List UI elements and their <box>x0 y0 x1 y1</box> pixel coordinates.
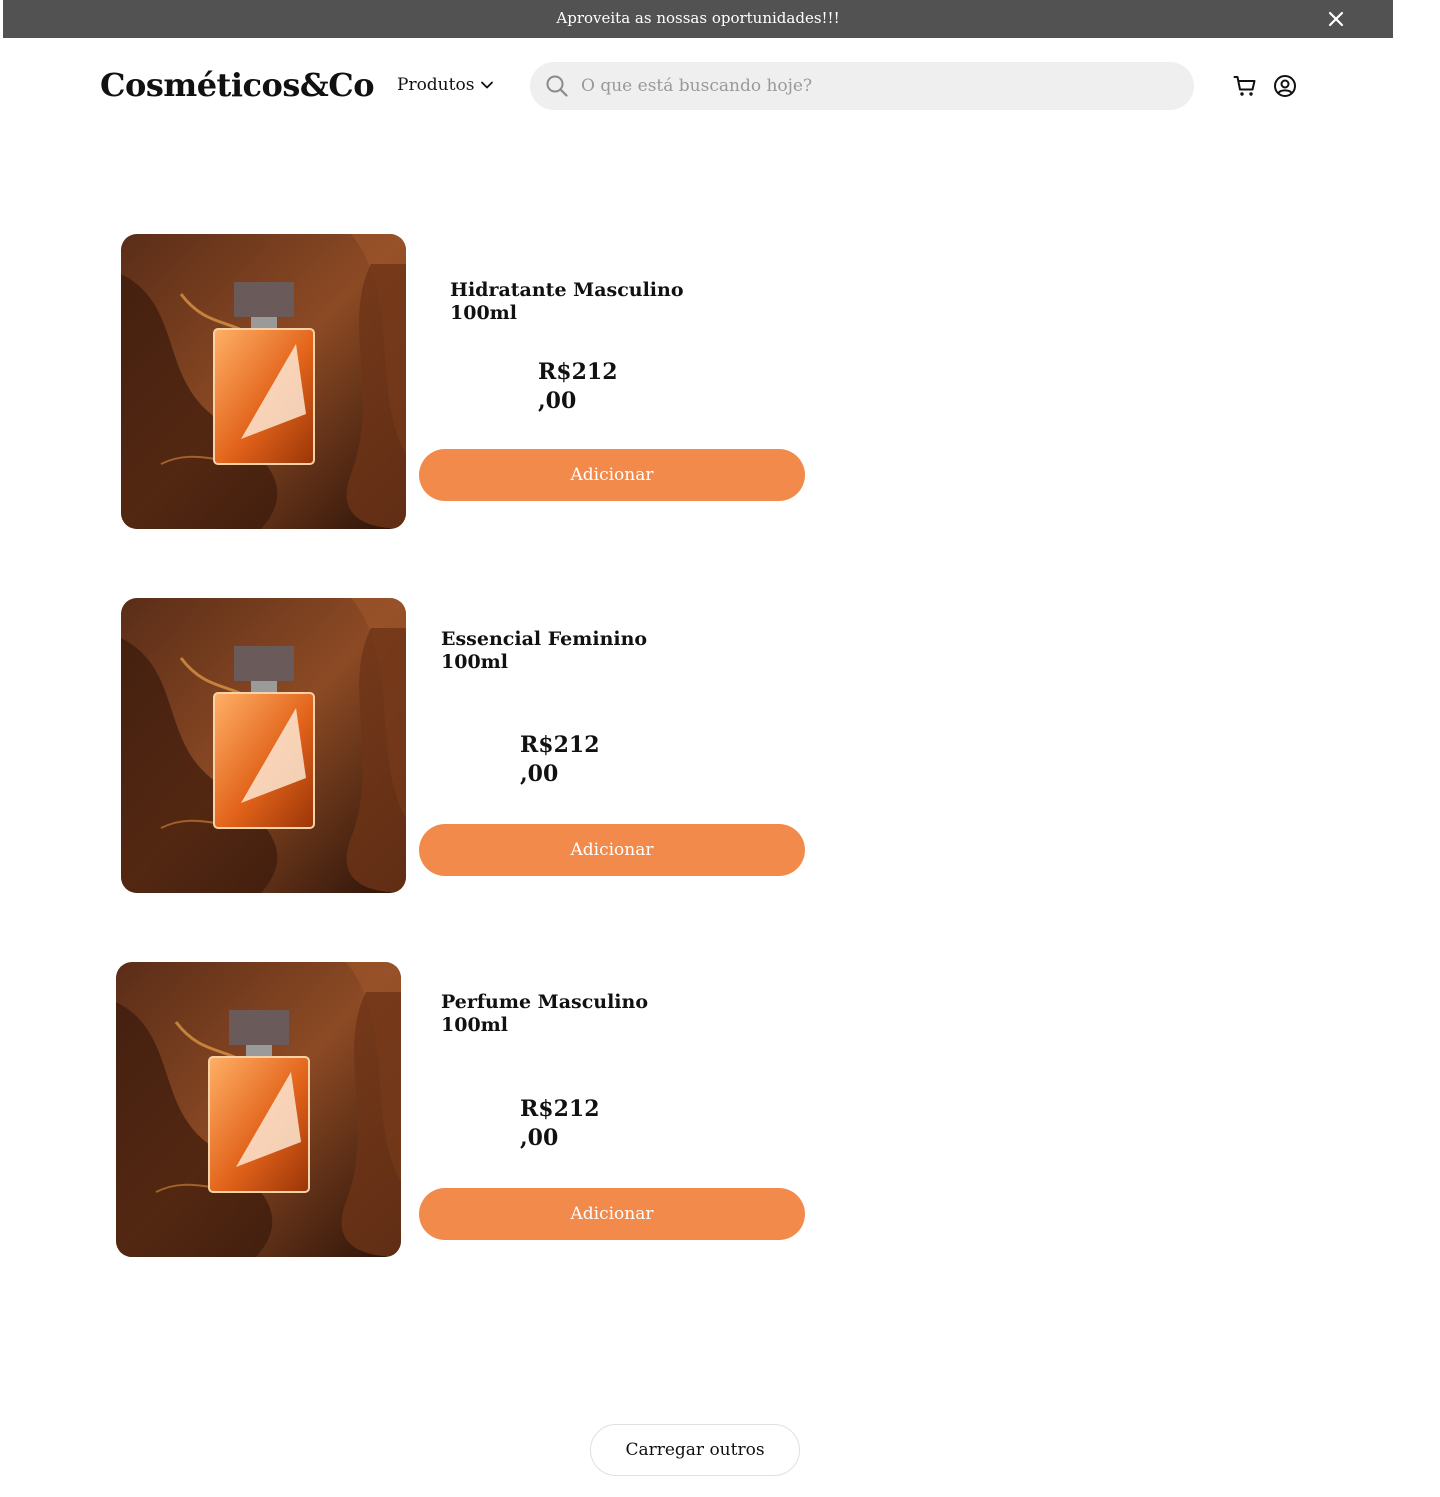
product-name[interactable]: Essencial Feminino 100ml <box>441 628 701 674</box>
add-to-cart-button[interactable]: Adicionar <box>419 1188 805 1240</box>
product-image[interactable] <box>121 234 406 529</box>
search-input[interactable] <box>581 72 1181 100</box>
nav-products-dropdown[interactable]: Produtos <box>397 75 494 95</box>
product-price: R$212 ,00 <box>520 1096 600 1151</box>
announcement-bar: Aproveita as nossas oportunidades!!! <box>3 0 1393 38</box>
search-bar <box>530 62 1194 110</box>
add-to-cart-button[interactable]: Adicionar <box>419 449 805 501</box>
product-name[interactable]: Perfume Masculino 100ml <box>441 991 701 1037</box>
product-name[interactable]: Hidratante Masculino 100ml <box>450 279 710 325</box>
nav-products-label: Produtos <box>397 75 475 95</box>
chevron-down-icon <box>481 81 494 89</box>
user-circle-icon[interactable] <box>1273 74 1297 98</box>
add-to-cart-button[interactable]: Adicionar <box>419 824 805 876</box>
product-price: R$212 ,00 <box>538 359 618 414</box>
announcement-text: Aproveita as nossas oportunidades!!! <box>556 9 840 27</box>
load-more-button[interactable]: Carregar outros <box>590 1424 800 1476</box>
close-icon[interactable] <box>1325 8 1347 30</box>
cart-icon[interactable] <box>1233 74 1257 98</box>
search-icon <box>546 75 568 97</box>
product-image[interactable] <box>116 962 401 1257</box>
logo[interactable]: Cosméticos&Co <box>100 66 375 104</box>
product-price: R$212 ,00 <box>520 732 600 787</box>
product-image[interactable] <box>121 598 406 893</box>
